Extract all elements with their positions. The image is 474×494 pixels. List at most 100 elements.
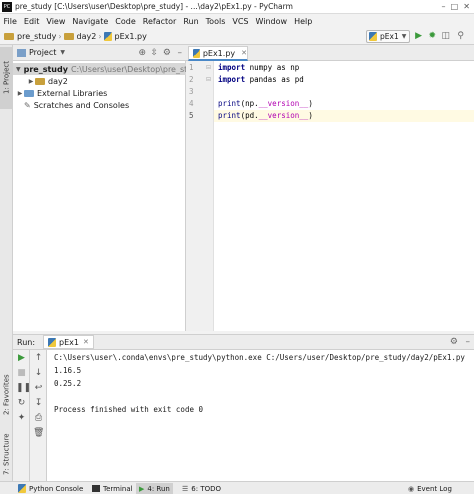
hide-panel-icon[interactable]: – [178, 48, 183, 58]
menu-file[interactable]: File [0, 17, 20, 26]
print-icon[interactable]: ⎙ [33, 413, 44, 424]
run-icon: ▶ [139, 484, 145, 493]
tab-pex1[interactable]: pEx1.py ✕ [188, 46, 248, 61]
menu-vcs[interactable]: VCS [229, 17, 252, 26]
menu-edit[interactable]: Edit [20, 17, 43, 26]
python-file-icon [193, 48, 200, 58]
minimize-icon[interactable]: – [442, 2, 446, 11]
scroll-to-end-icon[interactable]: ↧ [33, 398, 44, 409]
window-controls[interactable]: – □ ✕ [442, 2, 470, 11]
tab-event-log[interactable]: ◉ Event Log [408, 483, 452, 494]
menu-tools[interactable]: Tools [202, 17, 229, 26]
run-toolbar-secondary: ↑ ↓ ↩ ↧ ⎙ 🗑 [30, 350, 47, 481]
python-console-icon [18, 484, 26, 493]
chevron-right-icon[interactable]: ▶ [27, 78, 35, 85]
run-tab-pex1[interactable]: pEx1 ✕ [43, 335, 94, 349]
locate-icon[interactable]: ⊕ [138, 48, 146, 58]
code-keyword: import [218, 75, 246, 84]
project-panel-title[interactable]: Project [29, 48, 56, 57]
navigation-bar: pre_study › day2 › pEx1.py pEx1 ▼ ▶ ✹ ◫ … [0, 28, 474, 45]
pause-icon[interactable]: ❚❚ [16, 383, 31, 394]
collapse-all-icon[interactable]: ⇳ [150, 48, 158, 58]
project-panel-header: Project ▼ ⊕ ⇳ ⚙ – [13, 45, 186, 61]
search-icon[interactable]: ⚲ [457, 31, 464, 41]
python-file-icon [103, 31, 112, 41]
left-tool-stripe: 1: Project 2: Favorites 7: Structure [0, 45, 13, 481]
stop-icon[interactable]: ■ [16, 368, 27, 379]
hide-panel-icon[interactable]: – [466, 337, 471, 347]
tree-item-project-root[interactable]: ▼ pre_study C:\Users\user\Desktop\pre_st… [13, 63, 202, 75]
breadcrumb-file[interactable]: pEx1.py [115, 32, 147, 41]
folder-icon [35, 77, 45, 85]
code-line: print(np.__version__) [218, 99, 313, 108]
tab-favorites[interactable]: 2: Favorites [0, 365, 13, 425]
status-tab-label: Python Console [29, 484, 84, 493]
close-icon[interactable]: ✕ [241, 49, 247, 57]
menu-code[interactable]: Code [112, 17, 139, 26]
trash-icon[interactable]: 🗑 [33, 428, 44, 439]
tab-todo[interactable]: ☰ 6: TODO [182, 483, 221, 494]
tree-item-label: pre_study [23, 64, 68, 74]
tree-item-external-libraries[interactable]: ▶ External Libraries [16, 87, 108, 99]
chevron-right-icon[interactable]: ▶ [16, 90, 24, 97]
coverage-icon[interactable]: ◫ [441, 31, 450, 41]
code-text: pandas as pd [245, 75, 304, 84]
menu-help[interactable]: Help [291, 17, 316, 26]
tree-item-scratches[interactable]: ✎ Scratches and Consoles [24, 99, 129, 111]
code-editor[interactable]: import numpy as np import pandas as pd p… [214, 61, 474, 331]
run-toolbar: ▶ ■ ❚❚ ↻ ✦ [13, 350, 31, 481]
title-bar: PC pre_study [C:\Users\user\Desktop\pre_… [0, 0, 474, 14]
fold-icon[interactable]: ⊟ [206, 64, 211, 71]
library-icon [24, 89, 34, 97]
restore-layout-icon[interactable]: ↻ [16, 398, 27, 409]
code-function: print [218, 99, 241, 108]
line-number: 3 [189, 87, 194, 96]
chevron-right-icon: › [58, 31, 62, 41]
tab-project[interactable]: 1: Project [0, 47, 13, 109]
tree-item-label: External Libraries [37, 88, 108, 98]
code-text: (pd. [240, 111, 259, 120]
arrow-up-icon[interactable]: ↑ [33, 353, 44, 364]
chevron-down-icon[interactable]: ▼ [60, 49, 65, 56]
maximize-icon[interactable]: □ [451, 2, 459, 11]
line-number: 1 [189, 63, 194, 72]
gear-icon[interactable]: ⚙ [450, 337, 458, 347]
rerun-icon[interactable]: ▶ [16, 353, 27, 364]
menu-navigate[interactable]: Navigate [69, 17, 112, 26]
chevron-down-icon: ▼ [401, 33, 407, 40]
breadcrumb-project[interactable]: pre_study [17, 32, 56, 41]
close-icon[interactable]: ✕ [463, 2, 470, 11]
menu-window[interactable]: Window [252, 17, 291, 26]
tab-structure[interactable]: 7: Structure [0, 427, 13, 481]
tree-item-path: C:\Users\user\Desktop\pre_study [70, 64, 203, 74]
console-line: 0.25.2 [54, 379, 82, 388]
breadcrumb-folder[interactable]: day2 [77, 32, 97, 41]
menu-run[interactable]: Run [180, 17, 202, 26]
tab-python-console[interactable]: Python Console [18, 483, 83, 494]
code-function: print [218, 111, 241, 120]
run-icon[interactable]: ▶ [415, 31, 422, 41]
debug-icon[interactable]: ✹ [428, 31, 436, 41]
tree-item-day2[interactable]: ▶ day2 [27, 75, 68, 87]
menu-view[interactable]: View [43, 17, 69, 26]
code-text: (np. [240, 99, 259, 108]
project-tree: ▼ pre_study C:\Users\user\Desktop\pre_st… [13, 61, 202, 331]
folder-icon [63, 32, 74, 40]
pin-icon[interactable]: ✦ [16, 413, 27, 424]
status-tab-label: 6: TODO [191, 484, 222, 493]
soft-wrap-icon[interactable]: ↩ [33, 383, 44, 394]
menu-refactor[interactable]: Refactor [139, 17, 180, 26]
chevron-down-icon[interactable]: ▼ [16, 66, 21, 73]
run-panel-label: Run: [17, 337, 36, 347]
arrow-down-icon[interactable]: ↓ [33, 368, 44, 379]
code-line: print(pd.__version__) [218, 111, 313, 120]
status-tab-label: Terminal [103, 484, 133, 493]
gear-icon[interactable]: ⚙ [163, 48, 171, 58]
run-console[interactable]: C:\Users\user\.conda\envs\pre_study\pyth… [47, 350, 474, 481]
tab-run[interactable]: ▶ 4: Run [136, 483, 173, 494]
run-configuration-select[interactable]: pEx1 ▼ [366, 30, 410, 43]
fold-icon[interactable]: ⊟ [206, 76, 211, 83]
tab-terminal[interactable]: Terminal [92, 483, 133, 494]
close-icon[interactable]: ✕ [83, 338, 89, 346]
console-line: C:\Users\user\.conda\envs\pre_study\pyth… [54, 353, 465, 362]
